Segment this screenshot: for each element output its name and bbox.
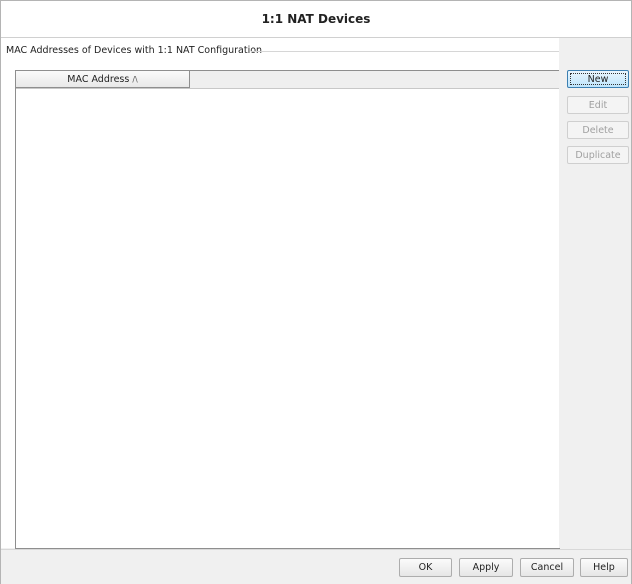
group-legend: MAC Addresses of Devices with 1:1 NAT Co… (6, 45, 269, 56)
delete-button[interactable]: Delete (567, 121, 629, 139)
duplicate-button-label: Duplicate (575, 149, 621, 161)
dialog-footer: OK Apply Cancel Help (1, 549, 631, 584)
ok-button-label: OK (418, 562, 433, 573)
column-header-label: MAC Address (67, 73, 130, 85)
side-button-panel: New Edit Delete Duplicate (559, 38, 631, 548)
content-area: MAC Addresses of Devices with 1:1 NAT Co… (1, 38, 631, 549)
column-header-mac-address[interactable]: MAC Address /\ (16, 71, 190, 88)
delete-button-label: Delete (582, 124, 614, 136)
cancel-button[interactable]: Cancel (520, 558, 574, 577)
edit-button-label: Edit (588, 99, 608, 111)
mac-address-table[interactable]: MAC Address /\ (15, 70, 560, 549)
apply-button[interactable]: Apply (459, 558, 513, 577)
help-button-label: Help (593, 562, 615, 573)
apply-button-label: Apply (472, 562, 500, 573)
window-title: 1:1 NAT Devices (261, 12, 371, 26)
new-button-label: New (587, 73, 609, 85)
help-button[interactable]: Help (580, 558, 628, 577)
duplicate-button[interactable]: Duplicate (567, 146, 629, 164)
new-button[interactable]: New (567, 70, 629, 88)
cancel-button-label: Cancel (530, 562, 564, 573)
edit-button[interactable]: Edit (567, 96, 629, 114)
sort-ascending-icon: /\ (132, 74, 138, 84)
nat-devices-window: 1:1 NAT Devices MAC Addresses of Devices… (0, 0, 632, 584)
table-body[interactable] (16, 89, 559, 548)
ok-button[interactable]: OK (399, 558, 452, 577)
window-header: 1:1 NAT Devices (1, 1, 631, 38)
table-header: MAC Address /\ (16, 71, 559, 89)
